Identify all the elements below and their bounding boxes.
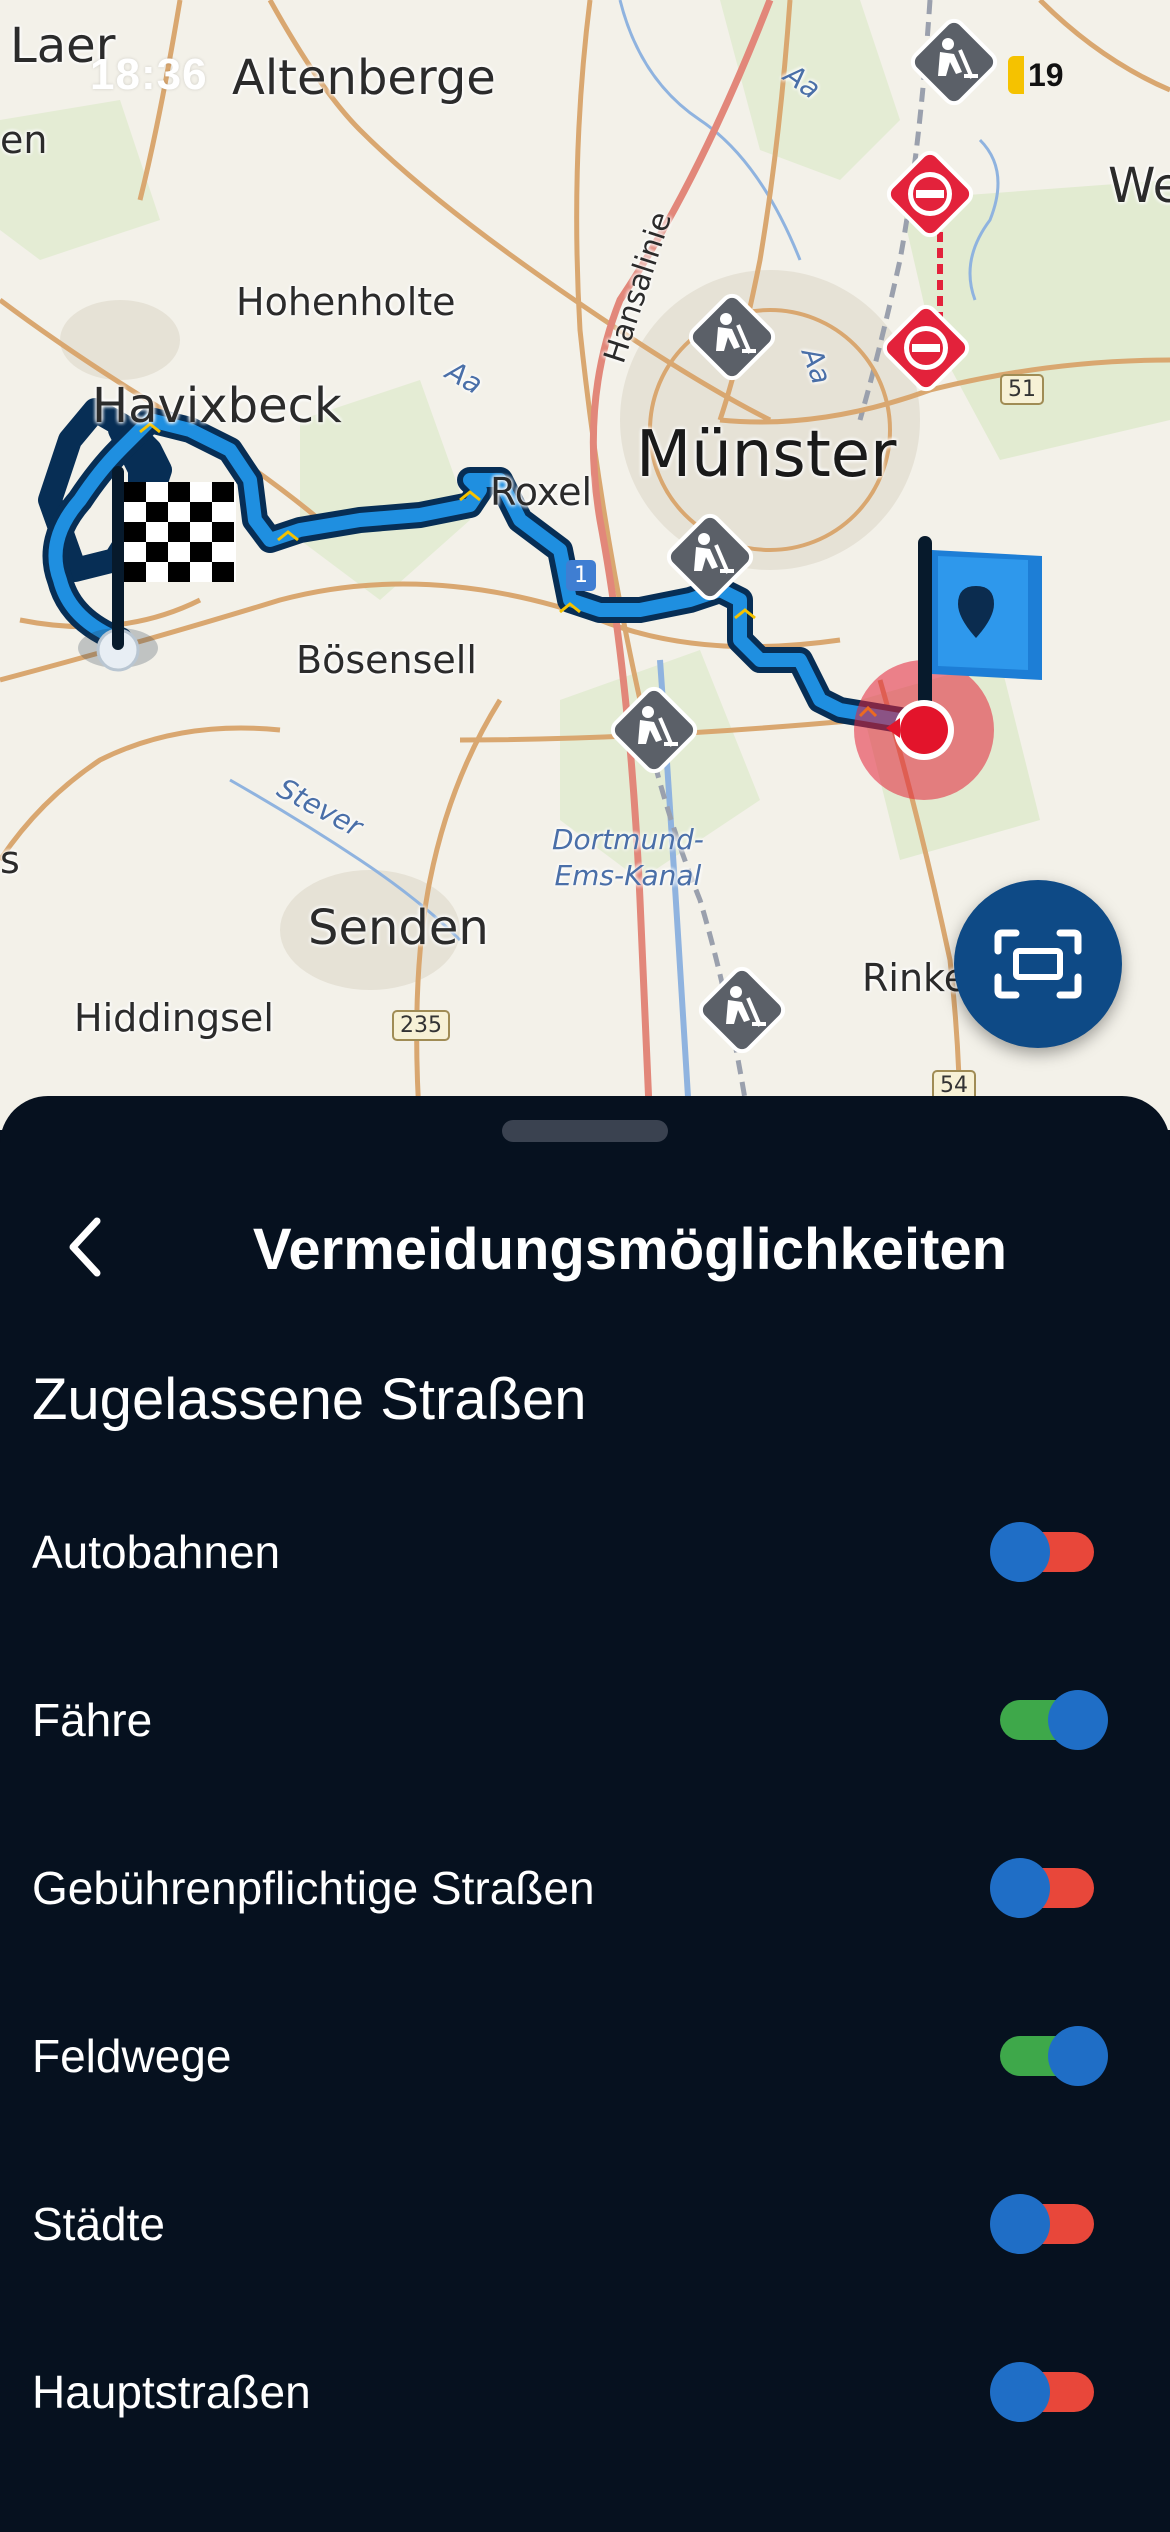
toggle-faehre[interactable] [990,1690,1108,1750]
status-time: 18:36 [90,50,208,99]
option-row-hauptstrassen[interactable]: Hauptstraßen [0,2308,1170,2476]
chevron-left-icon [69,1217,101,1277]
start-flag-icon[interactable] [852,530,1052,815]
no-entry-icon[interactable] [878,142,982,251]
sheet-grabber[interactable] [502,1120,668,1142]
battery-indicator: 19 [1008,56,1082,94]
roadworks-icon[interactable] [680,285,784,394]
motorway-shield: 1 [566,560,596,591]
avoidance-options-sheet: Vermeidungsmöglichkeiten Zugelassene Str… [0,1096,1170,2532]
toggle-staedte[interactable] [990,2194,1108,2254]
place-label: Havixbeck [92,378,342,434]
road-shield: 235 [392,1010,450,1041]
toggle-autobahnen[interactable] [990,1522,1108,1582]
option-label: Städte [32,2198,165,2250]
option-label: Hauptstraßen [32,2366,311,2418]
roadworks-icon[interactable] [690,958,794,1067]
no-entry-icon[interactable] [874,296,978,405]
place-label: Senden [308,900,489,956]
road-shield: 51 [1000,374,1044,405]
map-view[interactable]: Laer Altenberge We en Hohenholte Havixbe… [0,0,1170,1130]
option-label: Fähre [32,1694,153,1746]
option-label: Autobahnen [32,1526,281,1578]
place-label: en [0,118,48,162]
page-title: Vermeidungsmöglichkeiten [252,1217,1008,1282]
finish-flag-icon[interactable] [60,456,250,701]
toggle-feldwege[interactable] [990,2026,1108,2086]
battery-percent: 19 [1028,57,1064,93]
battery-level-icon [1008,56,1024,94]
back-button[interactable] [50,1202,120,1292]
toggle-toll-roads[interactable] [990,1858,1108,1918]
roadworks-icon[interactable] [902,10,1006,119]
place-label: Rinke [862,956,968,1000]
option-row-faehre[interactable]: Fähre [0,1636,1170,1804]
place-label: Bösensell [296,638,477,682]
option-row-toll-roads[interactable]: Gebührenpflichtige Straßen [0,1804,1170,1972]
roadworks-icon[interactable] [658,505,762,614]
place-label: Hohenholte [236,280,456,324]
section-title: Zugelassene Straßen [32,1367,587,1432]
option-label: Gebührenpflichtige Straßen [32,1862,595,1914]
option-row-staedte[interactable]: Städte [0,2140,1170,2308]
option-row-feldwege[interactable]: Feldwege [0,1972,1170,2140]
place-label-city: Münster [636,418,897,492]
water-label: Dortmund- Ems-Kanal [552,823,704,892]
recenter-icon [994,929,1082,999]
place-label: Hiddingsel [74,996,274,1040]
option-row-autobahnen[interactable]: Autobahnen [0,1468,1170,1636]
place-label: s [0,838,20,882]
roadworks-icon[interactable] [602,678,706,787]
place-label: We [1108,158,1170,214]
option-label: Feldwege [32,2030,232,2082]
place-label: Altenberge [232,50,496,106]
toggle-hauptstrassen[interactable] [990,2362,1108,2422]
recenter-button[interactable] [954,880,1122,1048]
place-label: Roxel [490,470,593,514]
